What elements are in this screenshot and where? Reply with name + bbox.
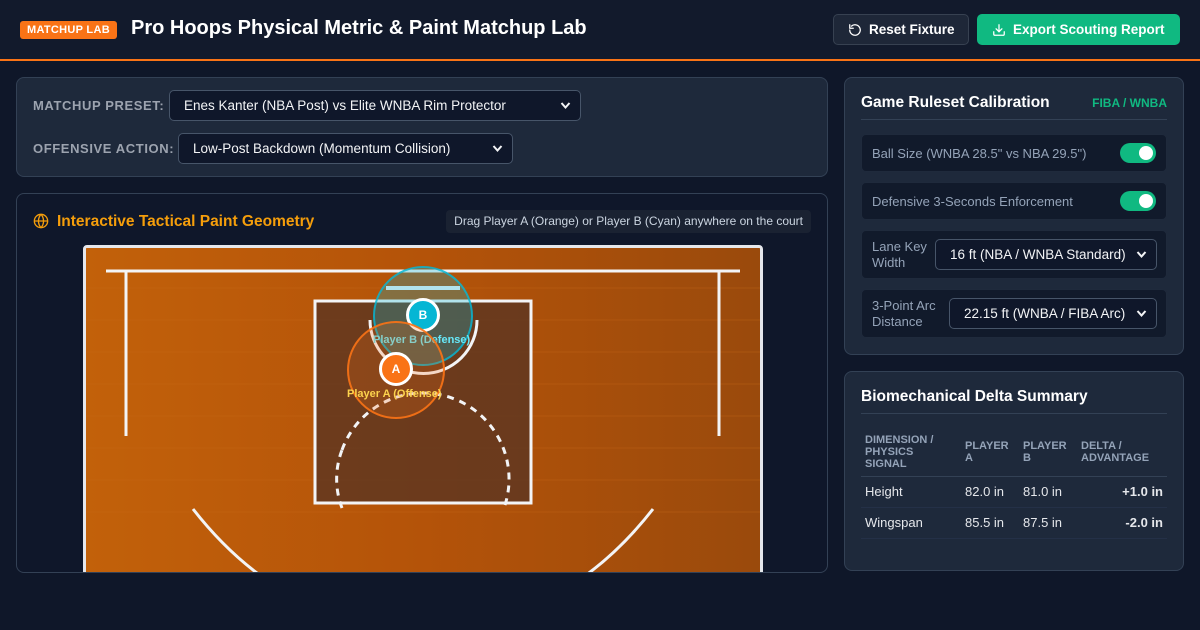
row-player-b-value: 87.5 in <box>1019 507 1077 539</box>
lane-width-select[interactable]: 16 ft (NBA / WNBA Standard) <box>935 239 1157 270</box>
ball-size-label: Ball Size (WNBA 28.5" vs NBA 29.5") <box>872 146 1087 161</box>
basketball-icon <box>33 213 49 229</box>
defensive-3-seconds-label: Defensive 3-Seconds Enforcement <box>872 194 1073 209</box>
column-header-delta: DELTA / ADVANTAGE <box>1077 430 1167 477</box>
reset-fixture-button[interactable]: Reset Fixture <box>833 14 969 45</box>
chevron-down-icon <box>560 102 571 110</box>
app-header: MATCHUP LAB Pro Hoops Physical Metric & … <box>0 0 1200 61</box>
lane-width-label: Lane Key Width <box>872 239 927 270</box>
ruleset-tag: FIBA / WNBA <box>1092 96 1167 110</box>
download-icon <box>993 23 1005 36</box>
chevron-down-icon <box>1136 310 1147 318</box>
drag-hint: Drag Player A (Orange) or Player B (Cyan… <box>446 210 811 233</box>
lane-width-row: Lane Key Width 16 ft (NBA / WNBA Standar… <box>861 230 1167 279</box>
arc-distance-value: 22.15 ft (WNBA / FIBA Arc) <box>964 306 1126 321</box>
row-delta-value: -2.0 in <box>1077 507 1167 539</box>
chevron-down-icon <box>1136 251 1147 259</box>
defensive-3-seconds-row: Defensive 3-Seconds Enforcement <box>861 182 1167 220</box>
table-row: Height 82.0 in 81.0 in +1.0 in <box>861 476 1167 508</box>
ruleset-title: Game Ruleset Calibration <box>861 94 1050 111</box>
row-dimension: Height <box>861 476 961 508</box>
player-a-label: Player A (Offense) <box>347 388 442 400</box>
column-header-player-b: PLAYER B <box>1019 430 1077 477</box>
offensive-action-value: Low-Post Backdown (Momentum Collision) <box>193 141 451 156</box>
delta-table-header: DIMENSION / PHYSICS SIGNAL PLAYER A PLAY… <box>861 430 1167 477</box>
player-a-marker[interactable]: A <box>379 352 413 386</box>
export-report-label: Export Scouting Report <box>1013 22 1165 37</box>
row-player-a-value: 82.0 in <box>961 476 1019 508</box>
player-a-marker-letter: A <box>391 362 401 376</box>
matchup-controls-panel: MATCHUP PRESET: Enes Kanter (NBA Post) v… <box>16 77 828 177</box>
arc-distance-select[interactable]: 22.15 ft (WNBA / FIBA Arc) <box>949 298 1157 329</box>
app-title: Pro Hoops Physical Metric & Paint Matchu… <box>131 17 587 39</box>
table-row: Wingspan 85.5 in 87.5 in -2.0 in <box>861 507 1167 539</box>
delta-summary-title: Biomechanical Delta Summary <box>861 388 1088 405</box>
ball-size-toggle[interactable] <box>1120 143 1156 163</box>
column-header-dimension: DIMENSION / PHYSICS SIGNAL <box>861 430 961 477</box>
offensive-action-select[interactable]: Low-Post Backdown (Momentum Collision) <box>178 133 513 164</box>
matchup-preset-label: MATCHUP PRESET: <box>33 98 165 113</box>
column-header-player-a: PLAYER A <box>961 430 1019 477</box>
arc-distance-row: 3-Point Arc Distance 22.15 ft (WNBA / FI… <box>861 289 1167 338</box>
defensive-3-seconds-toggle[interactable] <box>1120 191 1156 211</box>
paint-court[interactable]: B Player B (Defense) A Player A (Offense… <box>83 245 763 572</box>
export-report-button[interactable]: Export Scouting Report <box>977 14 1180 45</box>
matchup-preset-value: Enes Kanter (NBA Post) vs Elite WNBA Rim… <box>184 98 506 113</box>
court-panel-title: Interactive Tactical Paint Geometry <box>57 213 315 230</box>
delta-summary-panel: Biomechanical Delta Summary DIMENSION / … <box>844 371 1184 571</box>
delta-table: DIMENSION / PHYSICS SIGNAL PLAYER A PLAY… <box>861 430 1167 539</box>
row-player-a-value: 85.5 in <box>961 507 1019 539</box>
reset-icon <box>849 23 861 36</box>
matchup-preset-select[interactable]: Enes Kanter (NBA Post) vs Elite WNBA Rim… <box>169 90 581 121</box>
offensive-action-label: OFFENSIVE ACTION: <box>33 141 175 156</box>
row-player-b-value: 81.0 in <box>1019 476 1077 508</box>
divider <box>861 413 1167 414</box>
ruleset-panel: Game Ruleset Calibration FIBA / WNBA Bal… <box>844 77 1184 355</box>
chevron-down-icon <box>492 145 503 153</box>
arc-distance-label: 3-Point Arc Distance <box>872 298 936 329</box>
row-dimension: Wingspan <box>861 507 961 539</box>
reset-fixture-label: Reset Fixture <box>869 22 955 37</box>
player-b-marker-letter: B <box>418 308 428 322</box>
row-delta-value: +1.0 in <box>1077 476 1167 508</box>
lane-width-value: 16 ft (NBA / WNBA Standard) <box>950 247 1126 262</box>
ball-size-row: Ball Size (WNBA 28.5" vs NBA 29.5") <box>861 134 1167 172</box>
tactical-court-panel: Interactive Tactical Paint Geometry Drag… <box>16 193 828 573</box>
app-badge: MATCHUP LAB <box>20 21 117 39</box>
divider <box>861 119 1167 120</box>
